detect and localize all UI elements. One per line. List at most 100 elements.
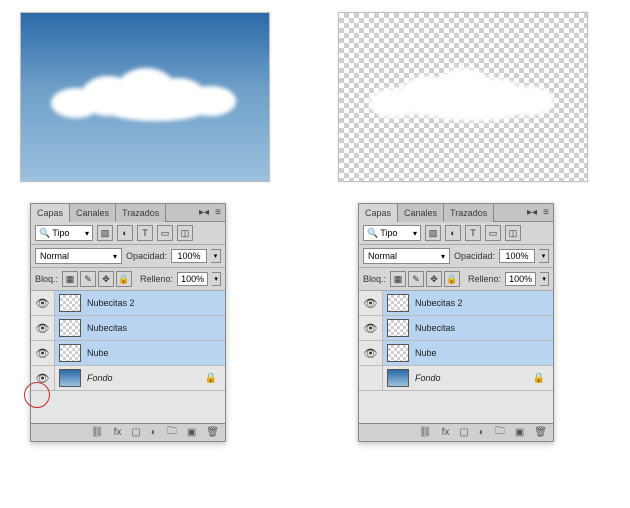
lock-all-icon[interactable]: 🔒 [444,271,460,287]
chevron-down-icon: ▾ [113,252,117,261]
adjustment-icon[interactable]: ◐ [151,427,157,438]
layer-thumbnail [59,294,81,312]
lock-icon: 🔒 [533,373,549,384]
filter-adjust-icon[interactable]: ◐ [117,225,133,241]
lock-transparent-icon[interactable]: ▦ [62,271,78,287]
lock-brush-icon[interactable]: ✎ [80,271,96,287]
visibility-toggle[interactable]: 👁 [31,366,55,390]
layer-row[interactable]: Fondo 🔒 [359,366,553,391]
layer-body[interactable]: Nubecitas [383,316,553,340]
visibility-toggle[interactable]: 👁 [359,291,383,315]
layer-row[interactable]: 👁 Nubecitas [31,316,225,341]
layers-panel: Capas Canales Trazados ▸◂ ≡ 🔍 Tipo ▾ ▨ ◐… [30,203,226,442]
filter-smart-icon[interactable]: ◫ [177,225,193,241]
tab-channels[interactable]: Canales [70,204,116,222]
layer-row[interactable]: 👁 Fondo 🔒 [31,366,225,391]
lock-row: Bloq.: ▦ ✎ ✥ 🔒 Relleno: 100% ▾ [359,268,553,291]
visibility-toggle[interactable]: 👁 [359,341,383,365]
group-icon[interactable]: 🗀 [495,424,505,441]
tab-channels[interactable]: Canales [398,204,444,222]
blend-mode-select[interactable]: Normal ▾ [35,248,122,264]
panel-tabs: Capas Canales Trazados ▸◂ ≡ [359,204,553,222]
layer-thumbnail [59,344,81,362]
filter-shape-icon[interactable]: ▭ [485,225,501,241]
visibility-toggle[interactable]: 👁 [31,316,55,340]
adjustment-icon[interactable]: ◐ [479,427,485,438]
layer-body[interactable]: Nube [383,341,553,365]
lock-all-icon[interactable]: 🔒 [116,271,132,287]
layers-list: 👁 Nubecitas 2 👁 Nubecitas [359,291,553,423]
fill-value[interactable]: 100% [177,272,208,286]
collapse-icon[interactable]: ▸◂ [197,207,211,218]
panel-footer: ⛓ fx ▢ ◐ 🗀 ▣ 🗑 [359,423,553,441]
fx-icon[interactable]: fx [114,427,122,438]
search-icon: 🔍 [367,228,378,239]
visibility-toggle[interactable]: 👁 [359,316,383,340]
layer-body[interactable]: Nube [55,341,225,365]
cloud-shape [369,68,559,123]
layer-body[interactable]: Nubecitas 2 [383,291,553,315]
opacity-dropdown-icon[interactable]: ▾ [539,249,549,263]
visibility-toggle[interactable]: 👁 [31,291,55,315]
panel-menu-icon[interactable]: ≡ [539,207,553,218]
tab-paths[interactable]: Trazados [444,204,494,222]
trash-icon[interactable]: 🗑 [206,427,219,438]
layer-row[interactable]: 👁 Nube [31,341,225,366]
mask-icon[interactable]: ▢ [459,427,468,438]
layer-row[interactable]: 👁 Nubecitas 2 [359,291,553,316]
lock-transparent-icon[interactable]: ▦ [390,271,406,287]
layer-thumbnail [387,344,409,362]
lock-icon: 🔒 [205,373,221,384]
fx-icon[interactable]: fx [442,427,450,438]
layers-list: 👁 Nubecitas 2 👁 Nubecitas [31,291,225,423]
filter-pixel-icon[interactable]: ▨ [425,225,441,241]
layer-body[interactable]: Nubecitas [55,316,225,340]
layer-body[interactable]: Nubecitas 2 [55,291,225,315]
filter-adjust-icon[interactable]: ◐ [445,225,461,241]
layer-row[interactable]: 👁 Nubecitas [359,316,553,341]
link-layers-icon[interactable]: ⛓ [419,427,432,438]
opacity-value[interactable]: 100% [499,249,535,263]
layer-row[interactable]: 👁 Nubecitas 2 [31,291,225,316]
trash-icon[interactable]: 🗑 [534,427,547,438]
visibility-toggle[interactable]: 👁 [31,341,55,365]
filter-type[interactable]: 🔍 Tipo ▾ [35,225,93,241]
layer-name: Nube [415,348,437,358]
new-layer-icon[interactable]: ▣ [515,427,524,438]
layer-thumbnail [59,369,81,387]
layer-row[interactable]: 👁 Nube [359,341,553,366]
lock-move-icon[interactable]: ✥ [426,271,442,287]
filter-type[interactable]: 🔍 Tipo ▾ [363,225,421,241]
panel-menu-icon[interactable]: ≡ [211,207,225,218]
layer-name: Nubecitas 2 [87,298,135,308]
tab-paths[interactable]: Trazados [116,204,166,222]
mask-icon[interactable]: ▢ [131,427,140,438]
group-icon[interactable]: 🗀 [167,424,177,441]
filter-shape-icon[interactable]: ▭ [157,225,173,241]
fill-dropdown-icon[interactable]: ▾ [540,272,549,286]
tab-layers[interactable]: Capas [359,204,398,222]
layer-body[interactable]: Fondo 🔒 [55,366,225,390]
filter-pixel-icon[interactable]: ▨ [97,225,113,241]
filter-smart-icon[interactable]: ◫ [505,225,521,241]
opacity-dropdown-icon[interactable]: ▾ [211,249,221,263]
layer-body[interactable]: Fondo 🔒 [383,366,553,390]
lock-label: Bloq.: [35,274,58,284]
new-layer-icon[interactable]: ▣ [187,427,196,438]
link-layers-icon[interactable]: ⛓ [91,427,104,438]
visibility-toggle[interactable] [359,366,383,390]
filter-type-icon[interactable]: T [465,225,481,241]
fill-dropdown-icon[interactable]: ▾ [212,272,221,286]
filter-type-icon[interactable]: T [137,225,153,241]
lock-brush-icon[interactable]: ✎ [408,271,424,287]
fill-value[interactable]: 100% [505,272,536,286]
tab-layers[interactable]: Capas [31,204,70,222]
blend-mode-value: Normal [368,251,397,261]
collapse-icon[interactable]: ▸◂ [525,207,539,218]
opacity-value[interactable]: 100% [171,249,207,263]
blend-mode-select[interactable]: Normal ▾ [363,248,450,264]
lock-move-icon[interactable]: ✥ [98,271,114,287]
opacity-label: Opacidad: [126,251,167,261]
opacity-label: Opacidad: [454,251,495,261]
layer-name: Fondo [415,373,441,383]
